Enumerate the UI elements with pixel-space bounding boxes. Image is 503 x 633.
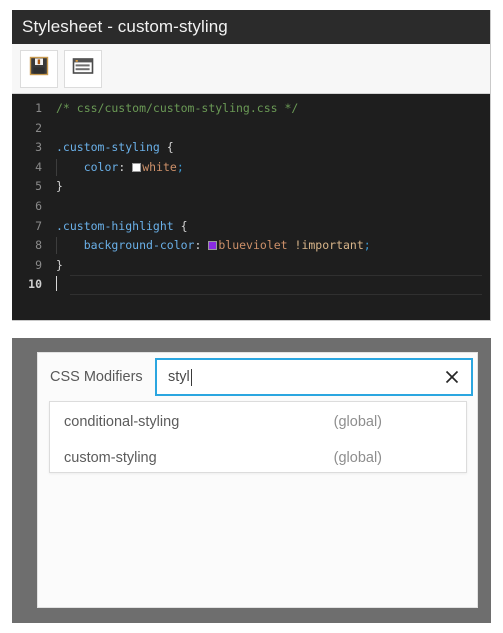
code-token-selector: .custom-highlight [56, 218, 174, 233]
line-number: 7 [35, 218, 42, 233]
code-line[interactable]: 10 [12, 275, 490, 295]
suggestion-scope: (global) [333, 414, 382, 430]
code-line[interactable]: 8 background-color: blueviolet !importan… [12, 236, 490, 256]
stylesheet-editor-window: Stylesheet - custom-styling 1 /* css/cus… [12, 10, 491, 321]
code-line[interactable]: 1 /* css/custom/custom-styling.css */ [12, 99, 490, 119]
suggestion-name: conditional-styling [64, 414, 180, 430]
css-modifier-search-input[interactable]: styl [155, 358, 473, 396]
code-token-punct: } [56, 257, 63, 272]
code-line-text: } [56, 256, 490, 276]
indent-guide [56, 158, 57, 176]
code-token-punct: { [159, 140, 174, 155]
code-line-text: .custom-highlight { [56, 217, 490, 237]
code-token-semi: ; [176, 159, 184, 174]
code-line[interactable]: 4 color: white; [12, 158, 490, 178]
line-number: 4 [35, 159, 42, 174]
save-button[interactable] [20, 49, 58, 88]
code-token-comment: /* css/custom/custom-styling.css */ [56, 101, 299, 115]
code-line-text: } [56, 177, 490, 197]
code-line-text: background-color: blueviolet !important; [56, 236, 490, 256]
code-token-semi: ; [363, 238, 371, 253]
line-number: 3 [35, 140, 42, 155]
code-token-punct: : [118, 159, 133, 174]
code-token-punct: { [173, 218, 188, 233]
line-number: 2 [35, 120, 42, 135]
color-swatch[interactable] [208, 241, 218, 251]
line-number: 9 [35, 257, 42, 272]
code-token-punct [56, 238, 84, 252]
form-window-icon [72, 56, 94, 81]
code-line[interactable]: 9} [12, 256, 490, 276]
list-item[interactable]: conditional-styling (global) [50, 406, 466, 438]
code-token-prop: color [83, 159, 119, 174]
save-icon [29, 56, 49, 81]
code-line-text: color: white; [56, 158, 490, 178]
code-line-text [56, 275, 490, 295]
css-modifiers-label: CSS Modifiers [50, 369, 143, 385]
search-input-value-wrap: styl [168, 368, 192, 386]
code-line[interactable]: 3 .custom-styling { [12, 138, 490, 158]
code-token-punct [56, 160, 84, 174]
suggestion-scope: (global) [333, 450, 382, 466]
code-line[interactable]: 7 .custom-highlight { [12, 217, 490, 237]
code-token-punct: } [56, 179, 63, 194]
editor-toolbar [12, 44, 490, 94]
line-number: 1 [35, 101, 42, 115]
line-number: 5 [35, 179, 42, 194]
code-line[interactable]: 2 [12, 119, 490, 139]
search-input-value: styl [168, 369, 190, 385]
line-number: 8 [35, 238, 42, 253]
code-line[interactable]: 5} [12, 177, 490, 197]
page-title: Stylesheet - custom-styling [22, 17, 228, 36]
code-token-punct [288, 238, 295, 252]
code-token-punct: : [194, 238, 209, 253]
code-token-value: white [142, 159, 177, 174]
css-modifier-suggestion-list[interactable]: conditional-styling (global) custom-stylin… [49, 401, 467, 473]
list-item[interactable]: custom-styling (global) [50, 442, 466, 474]
editor-titlebar: Stylesheet - custom-styling [12, 10, 490, 44]
properties-button[interactable] [64, 49, 102, 88]
color-swatch[interactable] [132, 162, 142, 172]
line-number: 10 [28, 277, 42, 292]
line-number: 6 [35, 198, 42, 213]
code-line[interactable]: 6 [12, 197, 490, 217]
text-cursor [56, 276, 57, 292]
css-modifiers-panel: CSS Modifiers styl conditional-styling (g… [12, 338, 491, 623]
indent-guide [56, 237, 57, 255]
code-editor[interactable]: 1 /* css/custom/custom-styling.css */ 2 3 .c… [12, 94, 490, 320]
screen-root: Stylesheet - custom-styling 1 /* css/cus… [0, 0, 503, 633]
close-icon[interactable] [443, 368, 461, 386]
code-token-imp: !important [294, 238, 364, 253]
code-line-text: .custom-styling { [56, 138, 490, 158]
suggestion-name: custom-styling [64, 450, 157, 466]
code-line-text: /* css/custom/custom-styling.css */ [56, 99, 490, 119]
code-token-value: blueviolet [218, 238, 288, 253]
code-token-selector: .custom-styling [56, 140, 160, 155]
css-modifiers-card: CSS Modifiers styl conditional-styling (g… [37, 352, 478, 608]
text-cursor [190, 368, 192, 386]
code-token-prop: background-color [83, 238, 195, 253]
